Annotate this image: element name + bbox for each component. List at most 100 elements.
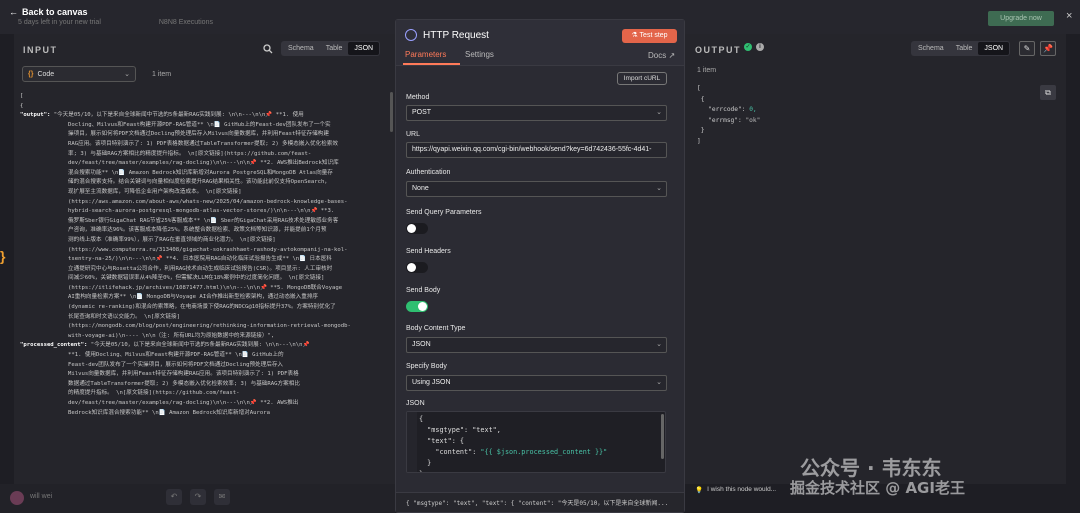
- output-items-count: 1 item: [697, 67, 717, 74]
- code-value: 俄罗斯Sber银行GigaChat RAG节省25%客服成本** \n📄 Sbe…: [68, 217, 339, 224]
- method-label: Method: [406, 94, 430, 101]
- url-label: URL: [406, 131, 421, 138]
- node-title: HTTP Request: [423, 30, 489, 41]
- copy-icon[interactable]: ⧉: [1040, 85, 1056, 100]
- json-line: "errmsg": "ok": [697, 116, 760, 127]
- output-tab-schema[interactable]: Schema: [912, 42, 950, 55]
- input-scrollbar[interactable]: [390, 92, 393, 132]
- code-value: (https://www.computerra.ru/313408/gigach…: [68, 246, 348, 253]
- import-curl-button[interactable]: Import cURL: [617, 72, 667, 85]
- code-value: 储的混合搜索支持。结合关键词与向量相似度检索提升RAG结果相关性。该功能此前仅支…: [68, 179, 330, 186]
- editor-lines: { "msgtype": "text", "text": { "content"…: [419, 414, 607, 472]
- test-step-button[interactable]: ⚗ Test step: [622, 29, 677, 43]
- pin-icon[interactable]: 📌: [1040, 41, 1056, 56]
- send-body-toggle[interactable]: [406, 301, 428, 312]
- send-headers-label: Send Headers: [406, 248, 451, 255]
- code-line: dev/feast/tree/master/examples/rag-docli…: [20, 399, 392, 409]
- code-line: 立通提研究中心与Rosetta公司合作，利用RAG技术自动生成临床试验报告(CS…: [20, 265, 392, 275]
- editor-scrollbar[interactable]: [661, 414, 664, 459]
- code-value: AI重构向量检索方案** \n📄 MongoDB与Voyage AI合作推出新型…: [68, 294, 319, 301]
- tab-settings[interactable]: Settings: [465, 50, 494, 59]
- expression-value: "{{ $json.processed_content }}": [480, 448, 608, 456]
- code-line: (dynamic re-ranking)和混合的索策略，在电商场景下使RAG的N…: [20, 303, 392, 313]
- input-tab-json[interactable]: JSON: [348, 42, 380, 55]
- json-line: }: [697, 127, 705, 134]
- url-value: https://qyapi.weixin.qq.com/cgi-bin/webh…: [412, 146, 652, 153]
- search-icon[interactable]: [263, 44, 273, 54]
- code-value: with-voyage-ai)\n---- \n\n（注: 所有URL均为原始数…: [68, 332, 275, 339]
- code-value: Feast-dev团队发布了一个实操项目，展示如何将PDF文档通过Docling…: [68, 361, 284, 368]
- code-value: 操项目，展示如何将PDF文档通过Docling预处理后存入Milvus向量数据库…: [68, 131, 329, 138]
- authentication-select[interactable]: None ⌄: [406, 181, 667, 197]
- code-line: dev/feast/tree/master/examples/rag-docli…: [20, 159, 392, 169]
- output-view-switcher: Schema Table JSON: [911, 41, 1011, 56]
- editor-line: }: [419, 459, 432, 467]
- output-tab-json[interactable]: JSON: [978, 42, 1010, 55]
- code-value: RAG应用。该项目特别演示了: 1) PDF表格数据通过TableTransfo…: [68, 140, 338, 147]
- expression-preview: { "msgtype": "text", "text": { "content"…: [396, 492, 684, 512]
- specify-body-select[interactable]: Using JSON ⌄: [406, 375, 667, 391]
- send-body-label: Send Body: [406, 287, 441, 294]
- upgrade-button[interactable]: Upgrade now: [988, 11, 1054, 26]
- breadcrumb-executions: N8N8 Executions: [158, 19, 213, 26]
- code-line: 储的混合搜索支持。结合关键词与向量相似度检索提升RAG结果相关性。该功能此前仅支…: [20, 178, 392, 188]
- editor-line: "content": "{{ $json.processed_content }…: [419, 447, 607, 458]
- input-title: INPUT: [23, 45, 58, 55]
- undo-icon[interactable]: ↶: [166, 489, 182, 505]
- feedback-prompt[interactable]: 💡 I wish this node would...: [695, 486, 776, 494]
- globe-icon: [405, 29, 417, 41]
- code-icon: {}: [28, 70, 34, 78]
- edit-pencil-icon[interactable]: ✎: [1019, 41, 1035, 56]
- code-value: (dynamic re-ranking)和混合的索策略，在电商场景下使RAG的N…: [68, 304, 336, 311]
- code-value: (https://itlifehack.jp/archives/10871477…: [68, 284, 343, 291]
- send-headers-toggle[interactable]: [406, 262, 428, 273]
- method-value: POST: [412, 109, 432, 116]
- test-step-label: Test step: [639, 32, 668, 39]
- input-tab-table[interactable]: Table: [320, 42, 349, 55]
- code-node-icon: }: [0, 248, 6, 264]
- code-value: 户咨询，准确率达96%。该客服成本降低25%。系统整合数据检索、政策文档等知识源…: [68, 227, 327, 234]
- input-mode-select[interactable]: {} Code ⌄: [22, 66, 136, 82]
- code-line: tsentry-na-25/)\n\n---\n\n📌 **4. 日本医院用RA…: [20, 255, 392, 265]
- code-value: 现扩展至主流数据库，可降低企业用户架构改造成本。 \n[原文链接]: [68, 188, 242, 195]
- back-to-canvas-link[interactable]: ← Back to canvas: [9, 7, 88, 17]
- code-value: Milvus向量数据库，并利用Feast特征存储构建RAG应用。该项目特别演示了…: [68, 371, 299, 378]
- json-body-editor[interactable]: { "msgtype": "text", "text": { "content"…: [406, 411, 666, 473]
- code-line: Bedrock知识库混合搜索功能** \n📄 Amazon Bedrock知识库…: [20, 409, 392, 419]
- editor-line: "text": {: [419, 437, 465, 445]
- input-panel: INPUT Schema Table JSON {} Code ⌄ 1 item…: [14, 34, 395, 484]
- toggle-knob: [418, 302, 427, 311]
- chat-icon[interactable]: ✉: [214, 489, 230, 505]
- code-line: Feast-dev团队发布了一个实操项目，展示如何将PDF文档通过Docling…: [20, 361, 392, 371]
- editor-gutter: [407, 412, 417, 472]
- back-label: Back to canvas: [22, 7, 88, 17]
- json-label: JSON: [406, 400, 425, 407]
- avatar: [10, 491, 24, 505]
- parameters-form: Import cURL Method POST ⌄ URL https://qya…: [396, 67, 684, 492]
- specify-body-value: Using JSON: [412, 379, 451, 386]
- redo-icon[interactable]: ↷: [190, 489, 206, 505]
- close-icon[interactable]: ×: [1066, 10, 1072, 22]
- code-value: Bedrock知识库混合搜索功能** \n📄 Amazon Bedrock知识库…: [68, 409, 271, 416]
- code-line: 率; 3) 与基础RAG方案相比的精度提升指标。 \n[原文链接](https:…: [20, 150, 392, 160]
- input-tab-schema[interactable]: Schema: [282, 42, 320, 55]
- code-line: Milvus向量数据库，并利用Feast特征存储构建RAG应用。该项目特别演示了…: [20, 370, 392, 380]
- send-query-toggle[interactable]: [406, 223, 428, 234]
- code-line: [: [20, 92, 392, 102]
- arrow-left-icon: ←: [9, 7, 18, 17]
- docs-link[interactable]: Docs ↗: [648, 51, 675, 60]
- info-icon[interactable]: i: [756, 43, 764, 51]
- body-content-type-select[interactable]: JSON ⌄: [406, 337, 667, 353]
- code-text: [: [20, 93, 24, 99]
- code-line: (https://mongodb.com/blog/post/engineeri…: [20, 322, 392, 332]
- output-tab-table[interactable]: Table: [950, 42, 979, 55]
- errmsg-value: "ok": [745, 116, 761, 124]
- tab-parameters[interactable]: Parameters: [405, 50, 446, 59]
- specify-body-label: Specify Body: [406, 363, 447, 370]
- code-line: with-voyage-ai)\n---- \n\n（注: 所有URL均为原始数…: [20, 332, 392, 342]
- flask-icon: ⚗: [631, 32, 638, 39]
- url-input[interactable]: https://qyapi.weixin.qq.com/cgi-bin/webh…: [406, 142, 667, 158]
- code-line: 间减少60%，关键数据错误率从4%降至0%，但需解决LLM在18%案例中的过度简…: [20, 274, 392, 284]
- method-select[interactable]: POST ⌄: [406, 105, 667, 121]
- code-line: (https://www.computerra.ru/313408/gigach…: [20, 246, 392, 256]
